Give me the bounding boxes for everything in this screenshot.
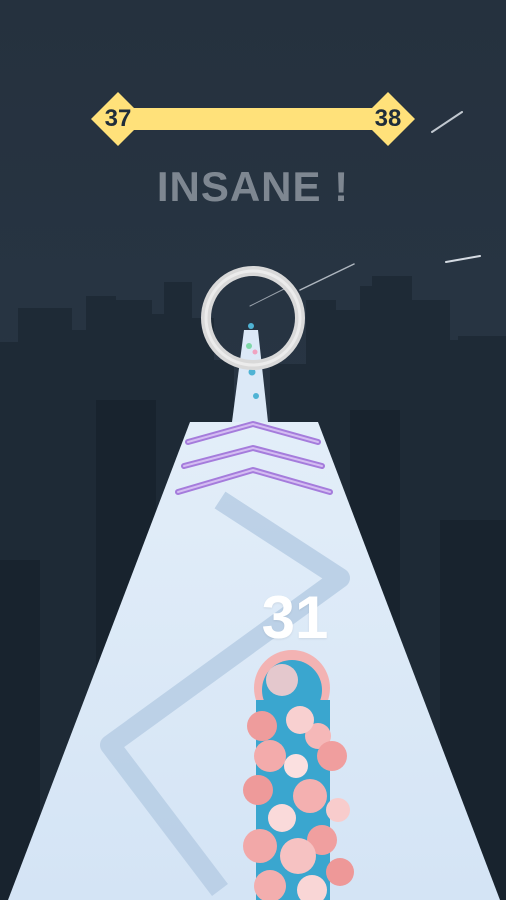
next-level-badge: 38 — [361, 92, 415, 146]
level-progress-bar — [118, 108, 390, 130]
current-level-badge: 37 — [91, 92, 145, 146]
current-level-label: 37 — [104, 105, 132, 132]
praise-text: INSANE ! — [156, 163, 350, 210]
next-level-label: 38 — [374, 105, 402, 132]
game-screen[interactable]: 37 38 INSANE ! 31 — [0, 0, 506, 900]
ball-count: 31 — [261, 584, 329, 651]
game-scene — [0, 0, 506, 900]
